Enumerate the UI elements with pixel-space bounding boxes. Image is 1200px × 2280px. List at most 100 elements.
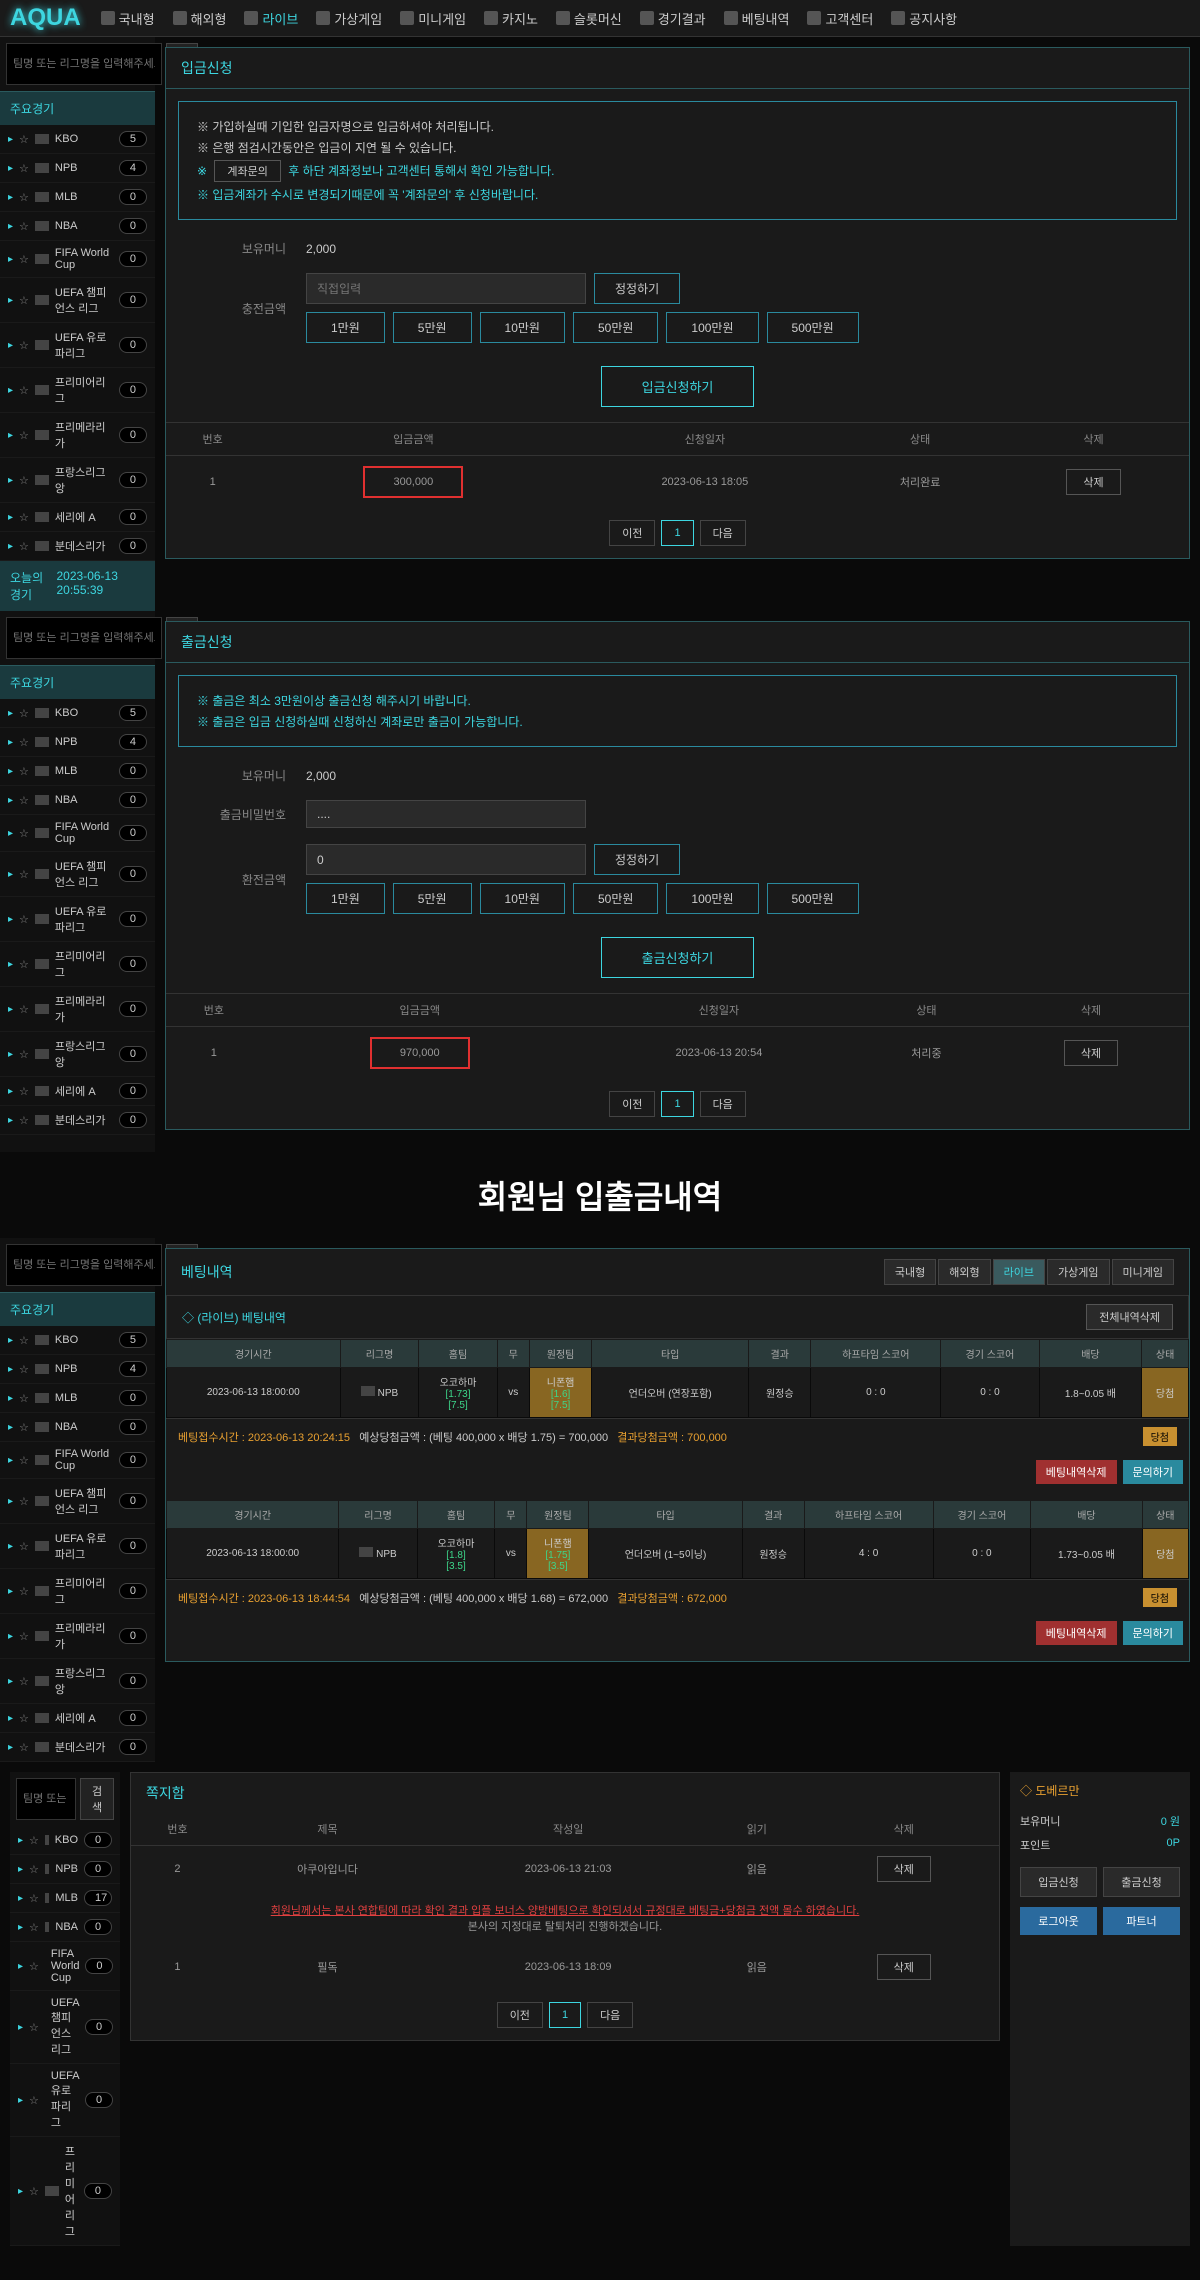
amount-preset-button[interactable]: 100만원 <box>666 883 758 914</box>
nav-support[interactable]: 고객센터 <box>807 9 873 28</box>
league-row[interactable]: ▸☆세리에 A0 <box>0 1077 155 1106</box>
star-icon[interactable]: ☆ <box>19 1363 29 1376</box>
league-row[interactable]: ▸☆FIFA World Cup0 <box>0 815 155 852</box>
league-row[interactable]: ▸☆KBO5 <box>0 1326 155 1355</box>
star-icon[interactable]: ☆ <box>19 1454 29 1467</box>
league-row[interactable]: ▸☆UEFA 유로파리그0 <box>0 897 155 942</box>
star-icon[interactable]: ☆ <box>29 2185 39 2198</box>
star-icon[interactable]: ☆ <box>19 339 29 352</box>
star-icon[interactable]: ☆ <box>19 540 29 553</box>
inquiry-button[interactable]: 문의하기 <box>1123 1621 1183 1645</box>
search-input[interactable] <box>16 1778 76 1820</box>
league-row[interactable]: ▸☆프리미어리그0 <box>0 1569 155 1614</box>
delete-button[interactable]: 삭제 <box>1066 469 1120 495</box>
star-icon[interactable]: ☆ <box>29 1863 39 1876</box>
search-input[interactable] <box>6 43 162 85</box>
star-icon[interactable]: ☆ <box>19 913 29 926</box>
league-row[interactable]: ▸☆FIFA World Cup0 <box>0 241 155 278</box>
star-icon[interactable]: ☆ <box>19 1712 29 1725</box>
league-row[interactable]: ▸☆MLB17 <box>10 1884 120 1913</box>
nav-bethistory[interactable]: 베팅내역 <box>724 9 790 28</box>
password-input[interactable] <box>306 800 586 828</box>
amount-preset-button[interactable]: 10만원 <box>480 312 565 343</box>
amount-preset-button[interactable]: 5만원 <box>393 312 472 343</box>
league-row[interactable]: ▸☆프리메라리가0 <box>0 987 155 1032</box>
star-icon[interactable]: ☆ <box>19 1421 29 1434</box>
withdraw-quick-button[interactable]: 출금신청 <box>1103 1867 1180 1897</box>
star-icon[interactable]: ☆ <box>19 827 29 840</box>
pager-page[interactable]: 1 <box>661 520 693 546</box>
star-icon[interactable]: ☆ <box>19 1585 29 1598</box>
league-row[interactable]: ▸☆프리메라리가0 <box>0 1614 155 1659</box>
nav-live[interactable]: 라이브 <box>244 9 298 28</box>
pager-next[interactable]: 다음 <box>700 520 746 546</box>
league-row[interactable]: ▸☆프랑스리그앙0 <box>0 458 155 503</box>
star-icon[interactable]: ☆ <box>19 868 29 881</box>
amount-preset-button[interactable]: 500만원 <box>767 312 859 343</box>
search-input[interactable] <box>6 1244 162 1286</box>
amount-preset-button[interactable]: 50만원 <box>573 883 658 914</box>
tab-virtual[interactable]: 가상게임 <box>1047 1259 1109 1285</box>
league-row[interactable]: ▸☆세리에 A0 <box>0 503 155 532</box>
league-row[interactable]: ▸☆프리메라리가0 <box>0 413 155 458</box>
star-icon[interactable]: ☆ <box>19 1114 29 1127</box>
star-icon[interactable]: ☆ <box>29 2094 39 2107</box>
league-row[interactable]: ▸☆NPB4 <box>0 1355 155 1384</box>
star-icon[interactable]: ☆ <box>19 191 29 204</box>
correct-button[interactable]: 정정하기 <box>594 273 680 304</box>
pager-page[interactable]: 1 <box>549 2002 581 2028</box>
league-row[interactable]: ▸☆MLB0 <box>0 757 155 786</box>
pager-page[interactable]: 1 <box>661 1091 693 1117</box>
star-icon[interactable]: ☆ <box>19 1741 29 1754</box>
league-row[interactable]: ▸☆KBO5 <box>0 699 155 728</box>
pager-prev[interactable]: 이전 <box>609 520 655 546</box>
star-icon[interactable]: ☆ <box>19 1630 29 1643</box>
star-icon[interactable]: ☆ <box>19 1392 29 1405</box>
league-row[interactable]: ▸☆MLB0 <box>0 1384 155 1413</box>
pager-prev[interactable]: 이전 <box>609 1091 655 1117</box>
nav-domestic[interactable]: 국내형 <box>101 9 155 28</box>
star-icon[interactable]: ☆ <box>19 1003 29 1016</box>
nav-mini[interactable]: 미니게임 <box>400 9 466 28</box>
league-row[interactable]: ▸☆분데스리가0 <box>0 532 155 561</box>
delete-all-button[interactable]: 전체내역삭제 <box>1086 1304 1173 1330</box>
league-row[interactable]: ▸☆프랑스리그앙0 <box>0 1032 155 1077</box>
league-row[interactable]: ▸☆분데스리가0 <box>0 1733 155 1762</box>
star-icon[interactable]: ☆ <box>19 253 29 266</box>
search-input[interactable] <box>6 617 162 659</box>
star-icon[interactable]: ☆ <box>29 1960 39 1973</box>
nav-results[interactable]: 경기결과 <box>640 9 706 28</box>
deposit-quick-button[interactable]: 입금신청 <box>1020 1867 1097 1897</box>
message-row[interactable]: 1 필독 2023-06-13 18:09 읽음 삭제 <box>131 1944 999 1990</box>
amount-preset-button[interactable]: 500만원 <box>767 883 859 914</box>
delete-button[interactable]: 삭제 <box>877 1856 931 1882</box>
league-row[interactable]: ▸☆KBO0 <box>10 1826 120 1855</box>
star-icon[interactable]: ☆ <box>19 736 29 749</box>
league-row[interactable]: ▸☆NPB4 <box>0 728 155 757</box>
league-row[interactable]: ▸☆UEFA 챔피언스 리그0 <box>0 278 155 323</box>
partner-button[interactable]: 파트너 <box>1103 1907 1180 1935</box>
search-button[interactable]: 검색 <box>80 1778 114 1820</box>
league-row[interactable]: ▸☆NBA0 <box>10 1913 120 1942</box>
star-icon[interactable]: ☆ <box>19 162 29 175</box>
withdraw-submit-button[interactable]: 출금신청하기 <box>601 937 755 978</box>
pager-next[interactable]: 다음 <box>587 2002 633 2028</box>
star-icon[interactable]: ☆ <box>19 474 29 487</box>
bet-delete-button[interactable]: 베팅내역삭제 <box>1036 1621 1117 1645</box>
tab-mini[interactable]: 미니게임 <box>1112 1259 1174 1285</box>
star-icon[interactable]: ☆ <box>29 1921 39 1934</box>
delete-button[interactable]: 삭제 <box>1064 1040 1118 1066</box>
tab-live[interactable]: 라이브 <box>993 1259 1045 1285</box>
amount-preset-button[interactable]: 10만원 <box>480 883 565 914</box>
correct-button[interactable]: 정정하기 <box>594 844 680 875</box>
tab-domestic[interactable]: 국내형 <box>884 1259 936 1285</box>
star-icon[interactable]: ☆ <box>19 1495 29 1508</box>
inquiry-button[interactable]: 문의하기 <box>1123 1460 1183 1484</box>
league-row[interactable]: ▸☆UEFA 챔피언스 리그0 <box>0 852 155 897</box>
star-icon[interactable]: ☆ <box>19 294 29 307</box>
logout-button[interactable]: 로그아웃 <box>1020 1907 1097 1935</box>
league-row[interactable]: ▸☆프랑스리그앙0 <box>0 1659 155 1704</box>
league-row[interactable]: ▸☆분데스리가0 <box>0 1106 155 1135</box>
pager-next[interactable]: 다음 <box>700 1091 746 1117</box>
star-icon[interactable]: ☆ <box>19 1334 29 1347</box>
